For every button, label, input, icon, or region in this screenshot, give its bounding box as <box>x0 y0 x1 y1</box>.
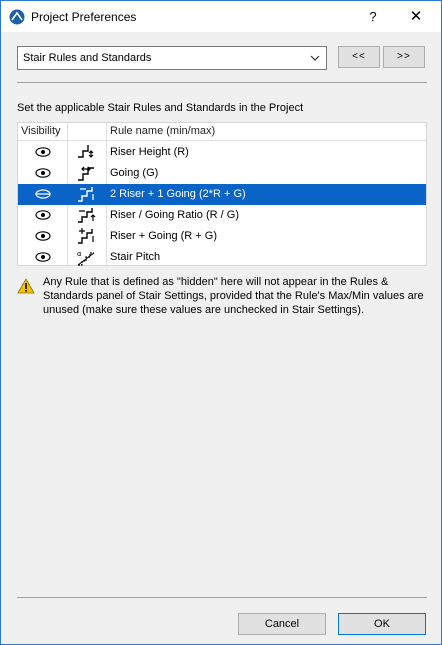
page-select-value: Stair Rules and Standards <box>23 52 152 64</box>
eye-icon[interactable] <box>35 209 51 221</box>
rule-name: Riser Height (R) <box>110 146 189 158</box>
eye-icon[interactable] <box>35 146 51 158</box>
table-row[interactable]: Riser + Going (R + G) <box>18 226 426 247</box>
description-text: Set the applicable Stair Rules and Stand… <box>17 102 304 114</box>
rule-name: 2 Riser + 1 Going (2*R + G) <box>110 188 246 200</box>
archicad-icon <box>9 9 25 25</box>
table-header: Visibility Rule name (min/max) <box>18 123 426 141</box>
ok-button[interactable]: OK <box>338 613 426 635</box>
chevron-down-icon <box>310 55 320 61</box>
rule-name-column-header: Rule name (min/max) <box>110 125 216 137</box>
dialog-window: Project Preferences ? ✕ Stair Rules and … <box>0 0 442 645</box>
riser-plus-going-icon <box>78 228 94 244</box>
rule-name: Riser / Going Ratio (R / G) <box>110 209 239 221</box>
svg-text:α: α <box>77 250 82 258</box>
close-button[interactable]: ✕ <box>406 7 426 27</box>
previous-page-button[interactable]: << <box>338 46 380 68</box>
next-page-button[interactable]: >> <box>383 46 425 68</box>
divider <box>17 597 427 598</box>
stair-pitch-icon: α <box>77 250 95 266</box>
table-row[interactable]: Riser Height (R) <box>18 142 426 163</box>
table-row[interactable]: Riser / Going Ratio (R / G) <box>18 205 426 226</box>
eye-icon[interactable] <box>35 251 51 263</box>
rule-name: Going (G) <box>110 167 159 179</box>
table-row[interactable]: 2 Riser + 1 Going (2*R + G) <box>18 184 426 205</box>
dialog-body: Stair Rules and Standards << >> Set the … <box>1 32 441 644</box>
table-row[interactable]: Going (G) <box>18 163 426 184</box>
eye-closed-icon[interactable] <box>35 188 51 200</box>
eye-icon[interactable] <box>35 167 51 179</box>
going-icon <box>78 166 94 181</box>
page-select[interactable]: Stair Rules and Standards <box>17 46 327 70</box>
help-button[interactable]: ? <box>363 7 383 27</box>
visibility-column-header: Visibility <box>21 125 61 137</box>
title-bar: Project Preferences ? ✕ <box>1 1 441 32</box>
riser-going-ratio-icon <box>78 208 96 223</box>
cancel-button[interactable]: Cancel <box>238 613 326 635</box>
eye-icon[interactable] <box>35 230 51 242</box>
divider <box>17 82 427 83</box>
riser-height-icon <box>78 145 94 158</box>
rule-name: Stair Pitch <box>110 251 161 263</box>
table-row[interactable]: α Stair Pitch <box>18 247 426 268</box>
warning-text: Any Rule that is defined as "hidden" her… <box>43 276 424 316</box>
rules-table: Visibility Rule name (min/max) Riser Hei… <box>17 122 427 266</box>
two-riser-one-going-icon <box>78 187 94 202</box>
window-title: Project Preferences <box>31 10 137 24</box>
rule-name: Riser + Going (R + G) <box>110 230 217 242</box>
warning-icon <box>17 278 35 294</box>
